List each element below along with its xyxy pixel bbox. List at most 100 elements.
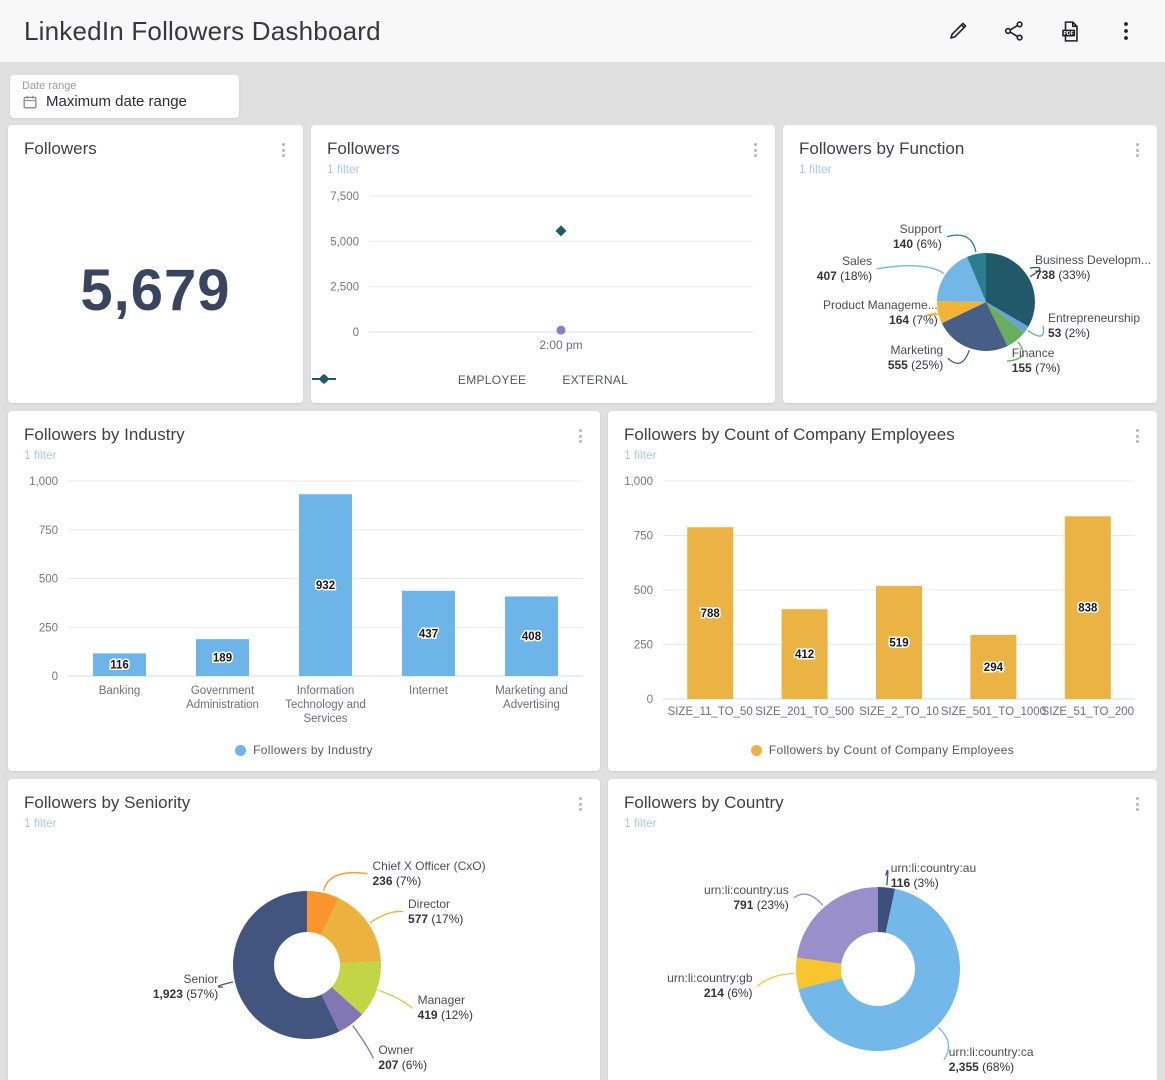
y-axis-tick-label: 750	[39, 525, 58, 537]
dashboard-row-3: Followers by Seniority 1 filter Chief X …	[8, 779, 1157, 1080]
y-axis-tick-label: 0	[647, 694, 653, 706]
slice-label-Entrepreneurship: Entrepreneurship53 (2%)	[1048, 311, 1140, 341]
dashboard-row-1: Followers 5,679 Followers 1 filter 02,50…	[8, 125, 1157, 403]
x-axis-category-label: Technology and	[285, 699, 366, 711]
y-axis-tick-label: 2,500	[330, 282, 359, 294]
y-axis-tick-label: 1,000	[29, 476, 58, 488]
slice-label-Sales: Sales407 (18%)	[817, 254, 872, 284]
slice-label-Marketing: Marketing555 (25%)	[888, 343, 943, 373]
slice-label-Manager: Manager419 (12%)	[418, 993, 473, 1023]
app-header: LinkedIn Followers Dashboard PDF	[0, 0, 1165, 63]
filter-count-link[interactable]: 1 filter	[624, 448, 657, 462]
y-axis-tick-label: 750	[634, 531, 653, 543]
y-axis-tick-label: 250	[39, 622, 58, 634]
bar-value-label: 412	[795, 649, 814, 661]
card-title: Followers by Count of Company Employees	[624, 425, 1141, 445]
slice-label-Chief X Officer (CxO): Chief X Officer (CxO)236 (7%)	[372, 859, 485, 889]
card-followers-by-country: Followers by Country 1 filter urn:li:cou…	[608, 779, 1157, 1080]
svg-text:PDF: PDF	[1063, 30, 1073, 36]
chart-legend: EMPLOYEE EXTERNAL	[311, 373, 775, 387]
leader-line	[370, 911, 403, 922]
leader-line	[948, 350, 969, 363]
slice-urn:li:country:us[interactable]	[797, 887, 878, 964]
card-menu-icon[interactable]	[1133, 426, 1142, 446]
slice-label-Senior: Senior1,923 (57%)	[153, 972, 218, 1002]
card-menu-icon[interactable]	[1133, 794, 1142, 814]
filter-count-link[interactable]: 1 filter	[624, 816, 657, 830]
chart-legend: Followers by Count of Company Employees	[608, 743, 1157, 757]
slice-label-Director: Director577 (17%)	[408, 897, 463, 927]
card-menu-icon[interactable]	[576, 426, 585, 446]
x-axis-category-label: SIZE_2_TO_10	[859, 706, 939, 718]
slice-label-urn:li:country:ca: urn:li:country:ca2,355 (68%)	[949, 1045, 1034, 1075]
slice-label-Finance: Finance155 (7%)	[1012, 346, 1061, 376]
bar-value-label: 437	[419, 628, 438, 640]
more-menu-icon[interactable]	[1111, 16, 1141, 46]
leader-line	[757, 973, 794, 986]
bar-value-label: 116	[110, 660, 129, 672]
y-axis-tick-label: 500	[39, 574, 58, 586]
card-followers-by-function: Followers by Function 1 filter Business …	[783, 125, 1157, 403]
x-axis-category-label: Administration	[186, 699, 259, 711]
card-title: Followers by Seniority	[24, 793, 584, 813]
card-menu-icon[interactable]	[576, 794, 585, 814]
leader-line	[379, 990, 413, 1008]
calendar-icon	[22, 94, 38, 110]
kpi-value: 5,679	[8, 125, 303, 403]
card-followers-by-industry: Followers by Industry 1 filter 025050075…	[8, 411, 600, 771]
filter-count-link[interactable]: 1 filter	[327, 162, 360, 176]
filter-count-link[interactable]: 1 filter	[799, 162, 832, 176]
dashboard-row-2: Followers by Industry 1 filter 0 250 500 75…	[8, 411, 1157, 771]
leader-line	[794, 894, 823, 906]
legend-item[interactable]: Followers by Count of Company Employees	[751, 743, 1014, 757]
card-followers-by-company-size: Followers by Count of Company Employees …	[608, 411, 1157, 771]
leader-line	[938, 1027, 948, 1059]
x-axis-category-label: Information	[297, 685, 355, 697]
edit-icon[interactable]	[943, 16, 973, 46]
dashboard-content: Date range Maximum date range Followers …	[0, 63, 1165, 1080]
page-title: LinkedIn Followers Dashboard	[24, 16, 381, 47]
y-axis-tick-label: 5,000	[330, 236, 359, 248]
leader-line	[353, 1026, 374, 1059]
data-point-EMPLOYEE[interactable]	[557, 326, 566, 335]
followers-by-company-size-bar-chart[interactable]: 02505007501,000788SIZE_11_TO_50412SIZE_2…	[608, 411, 1157, 771]
card-title: Followers by Country	[624, 793, 1141, 813]
slice-label-Support: Support140 (6%)	[893, 222, 942, 252]
legend-item[interactable]: EMPLOYEE	[458, 373, 526, 387]
date-range-filter[interactable]: Date range Maximum date range	[10, 75, 239, 118]
share-icon[interactable]	[999, 16, 1029, 46]
data-point-EXTERNAL[interactable]	[556, 225, 567, 236]
bar-value-label: 788	[701, 608, 721, 620]
bar-value-label: 932	[316, 580, 335, 592]
x-axis-category-label: SIZE_201_TO_500	[755, 706, 854, 718]
bar-value-label: 408	[522, 631, 542, 643]
date-range-label: Date range	[22, 80, 227, 92]
card-menu-icon[interactable]	[1133, 140, 1142, 160]
x-axis-category-label: Marketing and	[495, 685, 568, 697]
x-axis-category-label: Internet	[409, 685, 449, 697]
card-menu-icon[interactable]	[279, 140, 288, 160]
x-axis-category-label: Services	[303, 713, 347, 725]
bar-value-label: 189	[213, 653, 232, 665]
leader-line	[877, 266, 944, 274]
slice-label-urn:li:country:gb: urn:li:country:gb214 (6%)	[667, 971, 752, 1001]
leader-line	[947, 235, 976, 252]
pdf-export-icon[interactable]: PDF	[1055, 16, 1085, 46]
legend-item[interactable]: Followers by Industry	[235, 743, 373, 757]
y-axis-tick-label: 7,500	[330, 191, 359, 203]
followers-by-industry-bar-chart[interactable]: 02505007501,000116Banking189GovernmentAd…	[8, 411, 600, 771]
card-menu-icon[interactable]	[751, 140, 760, 160]
y-axis-tick-label: 1,000	[624, 476, 653, 488]
legend-item[interactable]: EXTERNAL	[562, 373, 628, 387]
leader-line	[324, 873, 368, 891]
slice-label-Product Manageme...: Product Manageme...164 (7%)	[823, 298, 938, 328]
y-axis-tick-label: 500	[634, 585, 653, 597]
slice-label-urn:li:country:us: urn:li:country:us791 (23%)	[704, 883, 789, 913]
filter-count-link[interactable]: 1 filter	[24, 448, 57, 462]
slice-label-urn:li:country:au: urn:li:country:au116 (3%)	[891, 861, 976, 891]
x-axis-category-label: SIZE_11_TO_50	[668, 706, 753, 718]
card-title: Followers	[24, 139, 287, 159]
filter-count-link[interactable]: 1 filter	[24, 816, 57, 830]
card-title: Followers	[327, 139, 759, 159]
date-range-value: Maximum date range	[46, 93, 187, 110]
